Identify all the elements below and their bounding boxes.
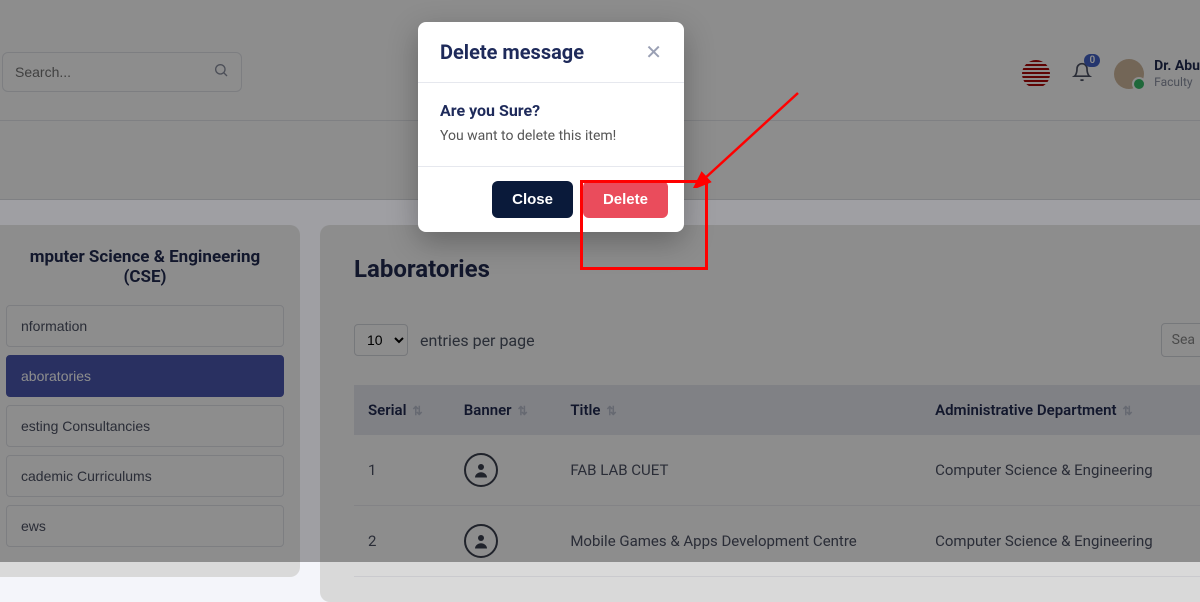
modal-subtext: You want to delete this item! (440, 128, 662, 144)
delete-modal: Delete message ✕ Are you Sure? You want … (418, 22, 684, 232)
modal-title: Delete message (440, 40, 584, 64)
modal-header: Delete message ✕ (418, 22, 684, 83)
close-button[interactable]: Close (492, 181, 573, 218)
modal-body: Are you Sure? You want to delete this it… (418, 83, 684, 166)
modal-question: Are you Sure? (440, 101, 662, 120)
modal-footer: Close Delete (418, 166, 684, 232)
close-icon[interactable]: ✕ (645, 42, 662, 62)
delete-button[interactable]: Delete (583, 181, 668, 218)
